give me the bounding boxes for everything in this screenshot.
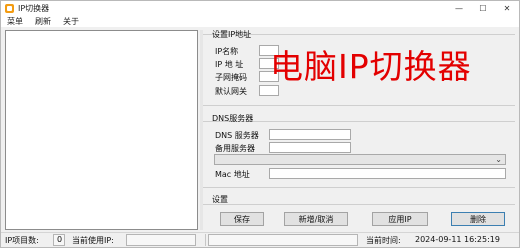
- title-bar: IP切换器 — ☐ ✕: [1, 1, 519, 15]
- add-cancel-button[interactable]: 新增/取消: [284, 212, 348, 226]
- menu-bar: 菜单 刷新 关于: [1, 15, 519, 27]
- dns-backup-label: 备用服务器: [215, 144, 255, 153]
- window-controls: — ☐ ✕: [447, 1, 519, 15]
- adapter-select[interactable]: ⌄: [214, 154, 506, 165]
- app-icon: [5, 3, 14, 13]
- window-title: IP切换器: [18, 3, 50, 13]
- mac-input[interactable]: [269, 168, 506, 179]
- close-icon[interactable]: ✕: [495, 1, 519, 15]
- ip-list[interactable]: [5, 30, 198, 230]
- delete-button[interactable]: 删除: [451, 212, 505, 226]
- minimize-icon[interactable]: —: [447, 1, 471, 15]
- ip-name-label: IP名称: [215, 47, 239, 56]
- status-spacer: [208, 234, 358, 246]
- apply-ip-button[interactable]: 应用IP: [372, 212, 428, 226]
- current-time-label: 当前时间:: [366, 236, 401, 245]
- status-bar: IP项目数: 0 当前使用IP: 当前时间: 2024-09-11 16:25:…: [1, 232, 519, 247]
- ip-group-title: 设置IP地址: [212, 30, 252, 39]
- ip-count-value: 0: [57, 235, 63, 244]
- overlay-title: 电脑IP切换器: [270, 47, 472, 86]
- current-time-value: 2024-09-11 16:25:19: [415, 235, 500, 244]
- chevron-down-icon: ⌄: [495, 155, 502, 164]
- settings-group-title: 设置: [212, 195, 228, 204]
- menu-item-menu[interactable]: 菜单: [7, 16, 23, 27]
- gateway-label: 默认网关: [215, 87, 247, 96]
- dns-primary-input[interactable]: [269, 129, 351, 140]
- current-ip-label: 当前使用IP:: [72, 236, 114, 245]
- maximize-icon[interactable]: ☐: [471, 1, 495, 15]
- main-window: IP切换器 — ☐ ✕ 菜单 刷新 关于 设置IP地址 IP名称 IP 地 址 …: [0, 0, 520, 248]
- menu-item-about[interactable]: 关于: [63, 16, 79, 27]
- settings-group-rule-top: [203, 187, 515, 188]
- subnet-mask-label: 子网掩码: [215, 73, 247, 82]
- dns-group-rule-top: [203, 105, 515, 106]
- panel-splitter[interactable]: [200, 30, 203, 230]
- menu-item-refresh[interactable]: 刷新: [35, 16, 51, 27]
- current-ip-value: [126, 234, 196, 246]
- dns-primary-label: DNS 服务器: [215, 131, 259, 140]
- status-divider: [205, 234, 206, 246]
- dns-backup-input[interactable]: [269, 142, 351, 153]
- dns-group-title: DNS服务器: [212, 114, 254, 123]
- save-button[interactable]: 保存: [220, 212, 264, 226]
- ip-count-label: IP项目数:: [5, 236, 39, 245]
- mac-label: Mac 地址: [215, 170, 250, 179]
- settings-group-rule: [203, 204, 515, 205]
- ip-address-label: IP 地 址: [215, 60, 244, 69]
